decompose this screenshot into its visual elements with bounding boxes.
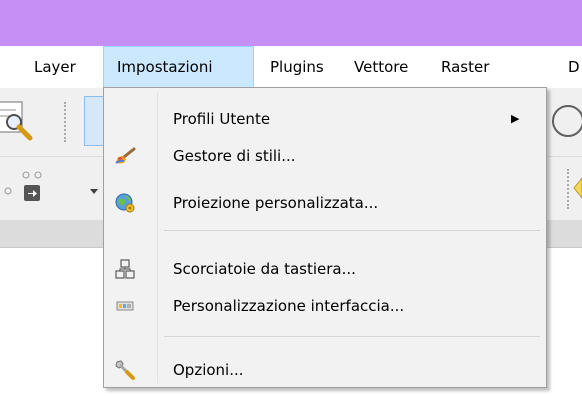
menu-d[interactable]: D (560, 46, 582, 88)
submenu-arrow-icon: ▶ (511, 112, 520, 125)
toolbar-grip[interactable] (64, 102, 69, 142)
menu-item-label: Personalizzazione interfaccia... (173, 297, 405, 315)
menu-item-label: Profili Utente (173, 110, 271, 128)
menu-item-opzioni[interactable]: Opzioni... (106, 353, 544, 387)
paintbrush-icon (114, 145, 136, 167)
menu-separator (164, 230, 540, 231)
menu-item-proiezione[interactable]: Proiezione personalizzata... (106, 186, 544, 220)
menu-item-label: Gestore di stili... (173, 147, 296, 165)
menu-item-profili-utente[interactable]: Profili Utente ▶ (106, 102, 544, 136)
label-tool-icon[interactable] (572, 177, 582, 199)
menu-item-label: Proiezione personalizzata... (173, 194, 379, 212)
window-titlebar (0, 0, 582, 46)
menu-vettore[interactable]: Vettore (346, 46, 416, 88)
print-layout-icon[interactable] (0, 98, 36, 142)
menu-plugins[interactable]: Plugins (262, 46, 332, 88)
menu-item-gestore-stili[interactable]: Gestore di stili... (106, 139, 544, 173)
menu-raster[interactable]: Raster (433, 46, 497, 88)
menu-impostazioni[interactable]: Impostazioni (103, 46, 254, 88)
menu-item-personalizzazione[interactable]: Personalizzazione interfaccia... (106, 289, 544, 323)
wrench-icon (114, 359, 136, 381)
settings-dropdown: Profili Utente ▶ Gestore di stili... Pro… (103, 87, 547, 388)
pan-tool-icon[interactable] (84, 96, 104, 146)
menu-separator (164, 336, 540, 337)
menubar: Layer Impostazioni Plugins Vettore Raste… (0, 46, 582, 88)
menu-layer[interactable]: Layer (26, 46, 84, 88)
menu-item-label: Scorciatoie da tastiera... (173, 260, 356, 278)
globe-gear-icon (114, 192, 136, 214)
menu-item-label: Opzioni... (173, 361, 244, 379)
interface-icon (114, 295, 136, 317)
map-tool-icon[interactable] (548, 102, 582, 140)
menu-item-scorciatoie[interactable]: Scorciatoie da tastiera... (106, 252, 544, 286)
add-layer-icon[interactable] (0, 171, 100, 207)
keyboard-shortcuts-icon (114, 258, 136, 280)
